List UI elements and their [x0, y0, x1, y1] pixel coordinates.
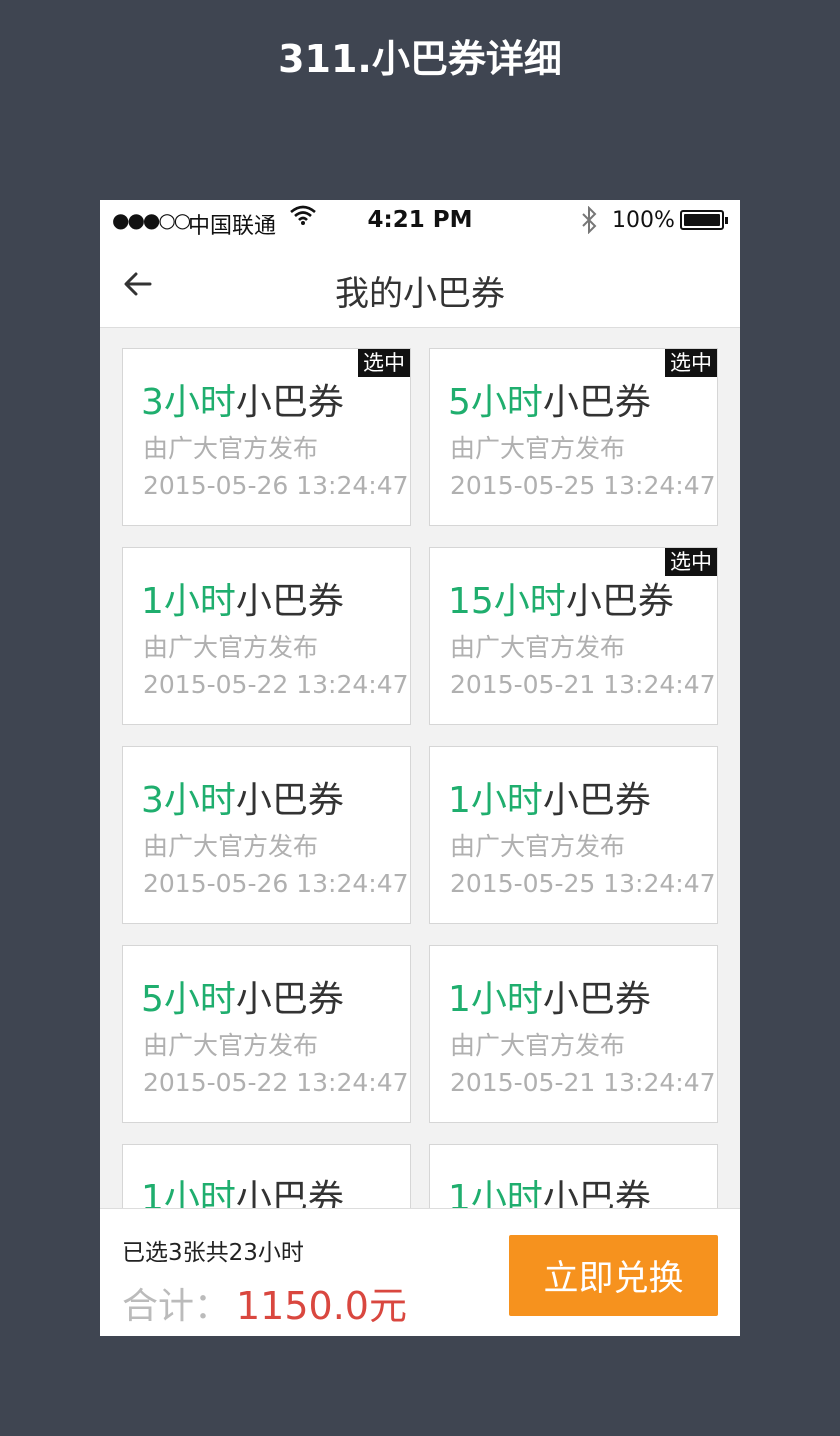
coupon-name: 3小时小巴券 — [141, 771, 344, 823]
coupon-publisher: 由广大官方发布 — [450, 1031, 626, 1060]
coupon-card[interactable]: 1小时小巴券由广大官方发布 2015-05-21 13:24:47 — [429, 945, 718, 1123]
battery-icon — [680, 210, 728, 230]
coupon-suffix: 小巴券 — [542, 780, 651, 821]
coupon-name: 1小时小巴券 — [141, 572, 344, 624]
coupon-suffix: 小巴券 — [542, 382, 651, 423]
coupon-date: 2015-05-25 13:24:47 — [450, 869, 716, 898]
coupon-hours: 15小时 — [448, 581, 566, 622]
coupon-suffix: 小巴券 — [235, 780, 344, 821]
coupon-name: 1小时小巴券 — [141, 1169, 344, 1208]
coupon-date: 2015-05-22 13:24:47 — [143, 1068, 409, 1097]
coupon-hours: 3小时 — [141, 780, 236, 821]
status-bar: ●●●○○ 中国联通 4:21 PM 100% — [100, 200, 740, 242]
coupon-name: 15小时小巴券 — [448, 572, 674, 624]
coupon-hours: 1小时 — [141, 581, 236, 622]
selected-badge: 选中 — [665, 548, 717, 576]
coupon-publisher: 由广大官方发布 — [450, 832, 626, 861]
coupon-grid: 3小时小巴券 由广大官方发布 2015-05-26 13:24:47 选中 5小时小巴券… — [122, 348, 718, 1208]
coupon-name: 5小时小巴券 — [141, 970, 344, 1022]
coupon-card[interactable]: 1小时小巴券 — [122, 1144, 411, 1208]
coupon-card[interactable]: 1小时小巴券 — [429, 1144, 718, 1208]
coupon-publisher: 由广大官方发布 — [143, 633, 319, 662]
selected-badge: 选中 — [358, 349, 410, 377]
coupon-name: 1小时小巴券 — [448, 1169, 651, 1208]
coupon-hours: 5小时 — [141, 979, 236, 1020]
coupon-list[interactable]: 3小时小巴券 由广大官方发布 2015-05-26 13:24:47 选中 5小时小巴券… — [100, 328, 740, 1208]
coupon-hours: 1小时 — [448, 979, 543, 1020]
coupon-card[interactable]: 3小时小巴券由广大官方发布 2015-05-26 13:24:47 — [122, 746, 411, 924]
coupon-suffix: 小巴券 — [235, 382, 344, 423]
coupon-date: 2015-05-22 13:24:47 — [143, 670, 409, 699]
coupon-hours: 3小时 — [141, 382, 236, 423]
selection-summary: 已选3张共23小时 — [122, 1240, 304, 1266]
footer-bar: 已选3张共23小时 合计： 1150.0元 立即兑换 — [100, 1208, 740, 1336]
coupon-suffix: 小巴券 — [235, 581, 344, 622]
coupon-name: 5小时小巴券 — [448, 373, 651, 425]
coupon-suffix: 小巴券 — [542, 1178, 651, 1208]
coupon-card[interactable]: 15小时小巴券由广大官方发布 2015-05-21 13:24:47 选中 — [429, 547, 718, 725]
battery-percent: 100% — [612, 208, 675, 233]
coupon-publisher: 由广大官方发布 — [143, 832, 319, 861]
coupon-name: 1小时小巴券 — [448, 970, 651, 1022]
coupon-publisher: 由广大官方发布 — [143, 1031, 319, 1060]
coupon-suffix: 小巴券 — [542, 979, 651, 1020]
coupon-name: 1小时小巴券 — [448, 771, 651, 823]
coupon-hours: 1小时 — [448, 780, 543, 821]
coupon-card[interactable]: 1小时小巴券由广大官方发布 2015-05-25 13:24:47 — [429, 746, 718, 924]
coupon-hours: 1小时 — [448, 1178, 543, 1208]
coupon-date: 2015-05-21 13:24:47 — [450, 670, 716, 699]
coupon-date: 2015-05-26 13:24:47 — [143, 471, 409, 500]
coupon-card[interactable]: 1小时小巴券由广大官方发布 2015-05-22 13:24:47 — [122, 547, 411, 725]
page-title: 我的小巴券 — [335, 274, 505, 314]
selected-badge: 选中 — [665, 349, 717, 377]
page-heading: 311.小巴券详细 — [278, 37, 562, 81]
total-value: 1150.0元 — [236, 1284, 407, 1328]
bluetooth-icon — [580, 205, 598, 240]
coupon-publisher: 由广大官方发布 — [143, 434, 319, 463]
coupon-date: 2015-05-26 13:24:47 — [143, 869, 409, 898]
coupon-suffix: 小巴券 — [235, 979, 344, 1020]
coupon-suffix: 小巴券 — [235, 1178, 344, 1208]
total-label: 合计： — [122, 1286, 231, 1327]
coupon-publisher: 由广大官方发布 — [450, 633, 626, 662]
redeem-button[interactable]: 立即兑换 — [509, 1235, 718, 1316]
coupon-suffix: 小巴券 — [565, 581, 674, 622]
coupon-hours: 1小时 — [141, 1178, 236, 1208]
nav-bar: 我的小巴券 — [100, 242, 740, 328]
phone-screen: ●●●○○ 中国联通 4:21 PM 100% 我的小巴券 3小时小巴券 由广大官… — [100, 200, 740, 1336]
coupon-hours: 5小时 — [448, 382, 543, 423]
coupon-date: 2015-05-25 13:24:47 — [450, 471, 716, 500]
coupon-date: 2015-05-21 13:24:47 — [450, 1068, 716, 1097]
coupon-card[interactable]: 3小时小巴券由广大官方发布 2015-05-26 13:24:47 选中 — [122, 348, 411, 526]
coupon-name: 3小时小巴券 — [141, 373, 344, 425]
coupon-publisher: 由广大官方发布 — [450, 434, 626, 463]
coupon-card[interactable]: 5小时小巴券由广大官方发布 2015-05-25 13:24:47 选中 — [429, 348, 718, 526]
coupon-card[interactable]: 5小时小巴券由广大官方发布 2015-05-22 13:24:47 — [122, 945, 411, 1123]
